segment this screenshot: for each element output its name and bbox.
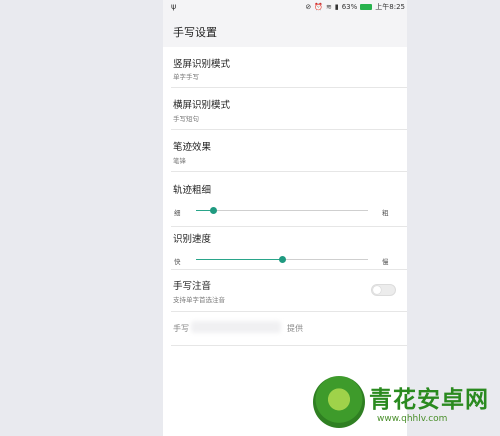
slider-min-label: 快: [174, 258, 181, 266]
slider-thumb[interactable]: [210, 207, 218, 214]
status-time: 上午8:25: [375, 3, 405, 11]
stroke-width-slider[interactable]: [196, 207, 368, 214]
watermark: 青花安卓网 www.qhhlv.com: [313, 376, 489, 428]
setting-stroke-effect[interactable]: 笔迹效果 笔锋: [163, 130, 407, 172]
slider-min-label: 细: [174, 209, 181, 217]
provider-info: 手写 提供: [163, 312, 407, 346]
watermark-text: 青花安卓网 www.qhhlv.com: [369, 380, 489, 424]
obscured-region: [191, 321, 281, 333]
setting-stroke-width: 轨迹粗细 细 粗: [163, 172, 407, 227]
recognition-speed-slider[interactable]: [196, 256, 368, 263]
phone-screen: ψ ⊘ ⏰ ≋ ▮ 63% 上午8:25 手写设置 竖屏识别模式 单字手写 横屏…: [163, 0, 407, 436]
watermark-url: www.qhhlv.com: [377, 414, 448, 424]
toggle-knob: [373, 286, 381, 294]
pinyin-toggle[interactable]: [371, 284, 396, 296]
setting-label: 横屏识别模式: [173, 100, 231, 111]
battery-icon: [360, 4, 373, 10]
setting-label: 笔迹效果: [173, 142, 212, 153]
usb-icon: ψ: [171, 2, 177, 11]
status-bar: ψ ⊘ ⏰ ≋ ▮ 63% 上午8:25: [163, 0, 407, 13]
slider-fill: [196, 259, 282, 260]
watermark-title: 青花安卓网: [369, 387, 489, 413]
setting-label: 识别速度: [173, 234, 212, 245]
recognition-speed-slider-row: 快 慢: [163, 256, 407, 266]
slider-max-label: 慢: [382, 258, 389, 266]
setting-label: 手写注音: [173, 281, 212, 292]
status-indicators: ⊘ ⏰ ≋ ▮ 63% 上午8:25: [305, 2, 405, 12]
provider-suffix: 提供: [287, 324, 303, 333]
mute-icon: ⊘: [305, 3, 312, 11]
setting-value: 笔锋: [173, 157, 186, 165]
setting-portrait-mode[interactable]: 竖屏识别模式 单字手写: [163, 47, 407, 88]
setting-label: 竖屏识别模式: [173, 59, 231, 70]
setting-value: 手写短句: [173, 115, 199, 123]
wifi-icon: ≋: [325, 3, 332, 11]
setting-label: 轨迹粗细: [173, 185, 212, 196]
setting-desc: 支持单字首选注音: [173, 296, 225, 304]
signal-icon: ▮: [334, 3, 339, 11]
stroke-width-slider-row: 细 粗: [163, 207, 407, 217]
watermark-logo-icon: [313, 376, 365, 428]
setting-landscape-mode[interactable]: 横屏识别模式 手写短句: [163, 88, 407, 130]
page-title: 手写设置: [173, 26, 217, 39]
alarm-icon: ⏰: [314, 3, 323, 11]
slider-thumb[interactable]: [279, 256, 286, 263]
setting-value: 单字手写: [173, 73, 199, 81]
title-bar: 手写设置: [163, 13, 407, 47]
setting-pinyin[interactable]: 手写注音 支持单字首选注音: [163, 270, 407, 312]
battery-percent: 63%: [341, 3, 358, 11]
provider-prefix: 手写: [173, 324, 189, 333]
divider: [171, 345, 407, 346]
slider-max-label: 粗: [382, 209, 389, 217]
setting-recognition-speed: 识别速度 快 慢: [163, 227, 407, 270]
